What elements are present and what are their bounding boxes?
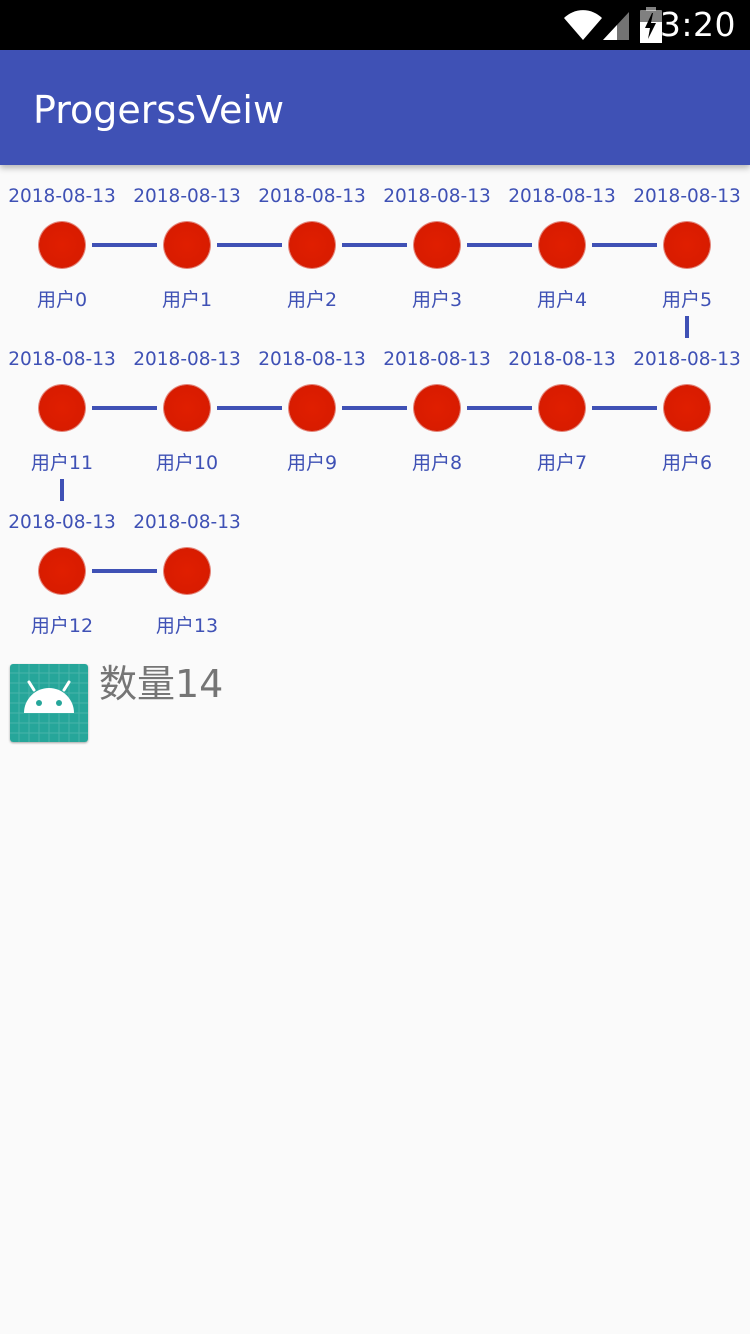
count-row: 数量14 (10, 662, 410, 744)
status-bar: 3:20 (0, 0, 750, 50)
node-user-label: 用户2 (286, 289, 338, 311)
app-title: ProgerssVeiw (33, 88, 285, 132)
node-date: 2018-08-13 (8, 349, 116, 370)
android-app-icon (10, 664, 88, 742)
status-time: 3:20 (659, 5, 736, 44)
node-user-label: 用户12 (30, 615, 94, 637)
node-user-label: 用户11 (30, 452, 94, 474)
node-user-label: 用户13 (155, 615, 219, 637)
row-connector-line (685, 316, 689, 338)
node-date: 2018-08-13 (133, 186, 241, 207)
node-date: 2018-08-13 (8, 512, 116, 533)
connector-line (342, 243, 407, 247)
progress-node-dot (414, 222, 460, 268)
node-date: 2018-08-13 (383, 349, 491, 370)
progress-node-dot (164, 385, 210, 431)
progress-node-dot (164, 548, 210, 594)
progress-node-dot (164, 222, 210, 268)
node-user-label: 用户8 (411, 452, 463, 474)
node-user-label: 用户5 (661, 289, 713, 311)
connector-line (92, 569, 157, 573)
connector-line (592, 406, 657, 410)
progress-node-dot (539, 385, 585, 431)
progress-node-dot (39, 222, 85, 268)
progress-node-dot (39, 548, 85, 594)
node-date: 2018-08-13 (508, 349, 616, 370)
node-user-label: 用户10 (155, 452, 219, 474)
row-connector-line (60, 479, 64, 501)
progress-node-dot (39, 385, 85, 431)
connector-line (217, 243, 282, 247)
node-user-label: 用户0 (36, 289, 88, 311)
cellular-signal-icon (601, 8, 631, 46)
node-date: 2018-08-13 (8, 186, 116, 207)
connector-line (592, 243, 657, 247)
connector-line (342, 406, 407, 410)
node-date: 2018-08-13 (133, 349, 241, 370)
progress-node-dot (289, 385, 335, 431)
node-user-label: 用户7 (536, 452, 588, 474)
node-date: 2018-08-13 (258, 349, 366, 370)
node-date: 2018-08-13 (508, 186, 616, 207)
node-date: 2018-08-13 (258, 186, 366, 207)
connector-line (467, 406, 532, 410)
wifi-icon (563, 8, 603, 46)
progress-node-dot (664, 385, 710, 431)
node-date: 2018-08-13 (633, 186, 741, 207)
progress-node-dot (289, 222, 335, 268)
progress-node-dot (414, 385, 460, 431)
progress-node-dot (664, 222, 710, 268)
connector-line (92, 243, 157, 247)
connector-line (467, 243, 532, 247)
progress-node-dot (539, 222, 585, 268)
node-date: 2018-08-13 (383, 186, 491, 207)
node-user-label: 用户3 (411, 289, 463, 311)
node-user-label: 用户1 (161, 289, 213, 311)
node-date: 2018-08-13 (133, 512, 241, 533)
node-user-label: 用户4 (536, 289, 588, 311)
node-user-label: 用户9 (286, 452, 338, 474)
connector-line (92, 406, 157, 410)
count-label: 数量14 (99, 662, 224, 706)
progress-timeline: 2018-08-13 用户0 2018-08-13 用户1 2018-08-13 用户2 2… (0, 165, 750, 645)
connector-line (217, 406, 282, 410)
node-user-label: 用户6 (661, 452, 713, 474)
app-bar: ProgerssVeiw (0, 50, 750, 165)
node-date: 2018-08-13 (633, 349, 741, 370)
